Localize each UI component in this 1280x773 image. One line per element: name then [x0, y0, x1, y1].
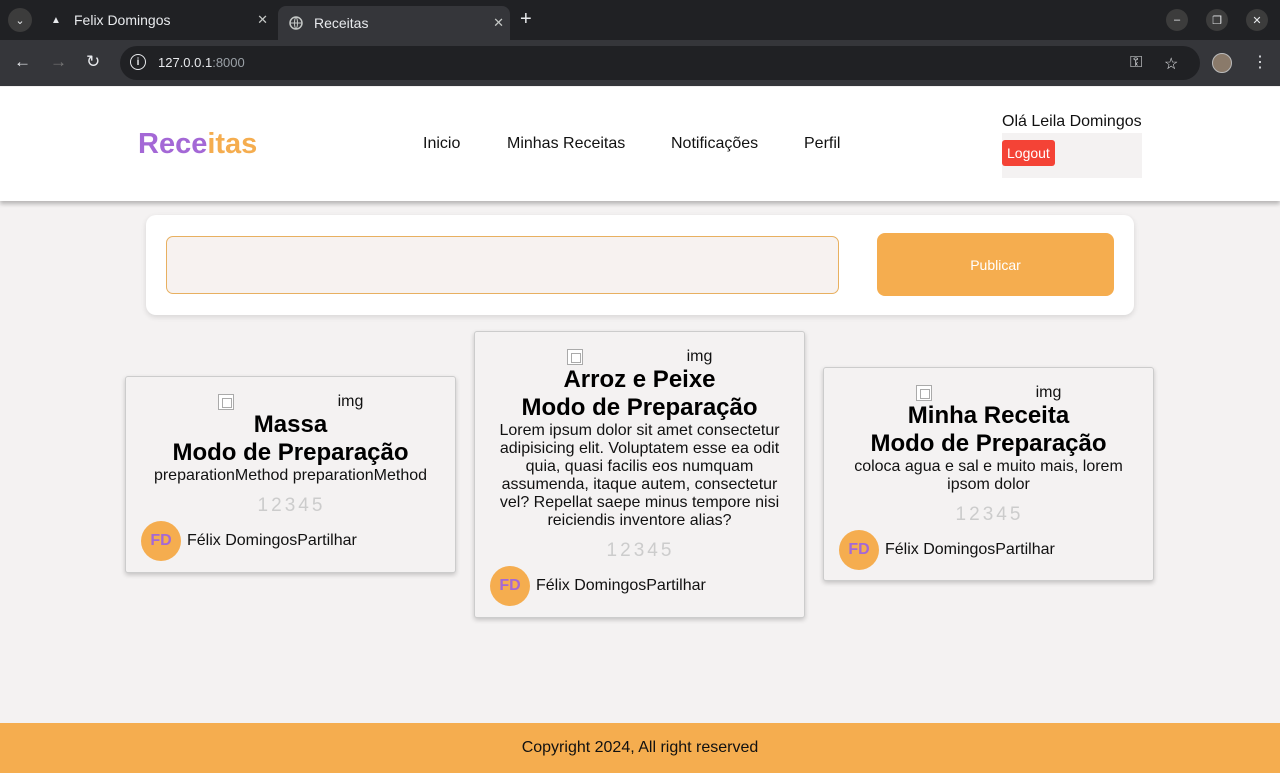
site-info-icon[interactable]: i: [130, 54, 146, 70]
rating-2[interactable]: 2: [271, 495, 283, 516]
site-header: Receitas Inicio Minhas Receitas Notifica…: [0, 87, 1280, 201]
nav-inicio[interactable]: Inicio: [423, 135, 460, 153]
recipe-subtitle: Modo de Preparação: [172, 439, 409, 466]
broken-image-icon: [566, 349, 583, 365]
recipe-card: img Massa Modo de Preparação preparation…: [125, 376, 456, 573]
rating-1[interactable]: 1: [956, 504, 968, 525]
recipe-title: Massa: [253, 411, 328, 438]
recipe-subtitle: Modo de Preparação: [870, 430, 1107, 457]
author-share-text[interactable]: Félix DomingosPartilhar: [885, 541, 1055, 559]
author-share-text[interactable]: Félix DomingosPartilhar: [536, 577, 706, 595]
rating-5[interactable]: 5: [1010, 504, 1022, 525]
browser-tab-felix[interactable]: ▲ Felix Domingos ✕: [38, 6, 274, 34]
rating-4[interactable]: 4: [996, 504, 1008, 525]
avatar: FD: [490, 566, 530, 606]
nav-perfil[interactable]: Perfil: [804, 135, 840, 153]
rating-5[interactable]: 5: [312, 495, 324, 516]
rating-4[interactable]: 4: [647, 540, 659, 561]
forward-icon[interactable]: →: [50, 52, 67, 72]
rating-3[interactable]: 3: [285, 495, 297, 516]
url-text: 127.0.0.1:8000: [158, 55, 245, 70]
recipe-description: Lorem ipsum dolor sit amet consectetur a…: [499, 422, 780, 529]
publish-button[interactable]: Publicar: [877, 233, 1114, 296]
publish-panel: Publicar: [146, 215, 1134, 315]
rating-stars[interactable]: 12345: [824, 504, 1153, 526]
author-row: FD Félix DomingosPartilhar: [126, 521, 455, 561]
tab-title: Receitas: [314, 15, 369, 31]
rating-5[interactable]: 5: [661, 540, 673, 561]
logout-button[interactable]: Logout: [1002, 140, 1055, 166]
recipe-image: img: [126, 393, 455, 411]
rating-2[interactable]: 2: [969, 504, 981, 525]
omnibox[interactable]: i 127.0.0.1:8000 ⚿ ☆: [120, 46, 1200, 80]
back-icon[interactable]: ←: [14, 52, 31, 72]
recipe-description: coloca agua e sal e muito mais, lorem ip…: [854, 458, 1123, 493]
new-tab-icon[interactable]: +: [520, 8, 532, 31]
nav-minhas-receitas[interactable]: Minhas Receitas: [507, 135, 625, 153]
recipe-subtitle: Modo de Preparação: [521, 394, 758, 421]
nav-notificacoes[interactable]: Notificações: [671, 135, 758, 153]
publish-input[interactable]: [166, 236, 839, 294]
rating-stars[interactable]: 12345: [126, 495, 455, 517]
rating-3[interactable]: 3: [634, 540, 646, 561]
key-icon[interactable]: ⚿: [1130, 54, 1142, 72]
recipe-card: img Arroz e Peixe Modo de Preparação Lor…: [474, 331, 805, 618]
avatar: FD: [141, 521, 181, 561]
author-share-text[interactable]: Félix DomingosPartilhar: [187, 532, 357, 550]
reload-icon[interactable]: ↻: [86, 52, 100, 72]
close-window-icon[interactable]: ✕: [1246, 9, 1268, 31]
rating-3[interactable]: 3: [983, 504, 995, 525]
triangle-favicon-icon: ▲: [51, 14, 61, 26]
recipe-title: Minha Receita: [907, 402, 1070, 429]
recipe-card: img Minha Receita Modo de Preparação col…: [823, 367, 1154, 581]
site-logo[interactable]: Receitas: [138, 128, 257, 161]
address-bar: ← → ↻ i 127.0.0.1:8000 ⚿ ☆ ⋮: [0, 40, 1280, 86]
restore-icon[interactable]: ❐: [1206, 9, 1228, 31]
broken-image-icon: [915, 385, 932, 401]
close-tab-icon[interactable]: ✕: [257, 12, 268, 28]
author-row: FD Félix DomingosPartilhar: [475, 566, 804, 606]
close-tab-icon[interactable]: ✕: [493, 15, 504, 31]
bookmark-star-icon[interactable]: ☆: [1164, 54, 1178, 74]
rating-1[interactable]: 1: [607, 540, 619, 561]
recipe-image: img: [475, 348, 804, 366]
menu-kebab-icon[interactable]: ⋮: [1252, 52, 1268, 72]
recipe-description: preparationMethod preparationMethod: [153, 467, 428, 484]
tab-title: Felix Domingos: [74, 12, 171, 28]
rating-2[interactable]: 2: [620, 540, 632, 561]
globe-icon: [288, 15, 304, 31]
recipe-title: Arroz e Peixe: [563, 366, 716, 393]
recipe-image: img: [824, 384, 1153, 402]
user-box: Olá Leila Domingos Logout: [1002, 113, 1142, 178]
broken-image-icon: [217, 394, 234, 410]
minimize-icon[interactable]: –: [1166, 9, 1188, 31]
browser-tab-receitas[interactable]: Receitas ✕: [278, 6, 510, 40]
author-row: FD Félix DomingosPartilhar: [824, 530, 1153, 570]
tab-search-chevron-icon[interactable]: ⌄: [8, 8, 32, 32]
rating-stars[interactable]: 12345: [475, 540, 804, 562]
site-footer: Copyright 2024, All right reserved: [0, 723, 1280, 773]
footer-copyright: Copyright 2024, All right reserved: [521, 739, 759, 756]
browser-tabbar: ⌄ ▲ Felix Domingos ✕ Receitas ✕ + – ❐ ✕: [0, 0, 1280, 40]
rating-1[interactable]: 1: [258, 495, 270, 516]
rating-4[interactable]: 4: [298, 495, 310, 516]
user-greeting: Olá Leila Domingos: [1002, 113, 1142, 130]
profile-avatar[interactable]: [1212, 53, 1232, 73]
avatar: FD: [839, 530, 879, 570]
